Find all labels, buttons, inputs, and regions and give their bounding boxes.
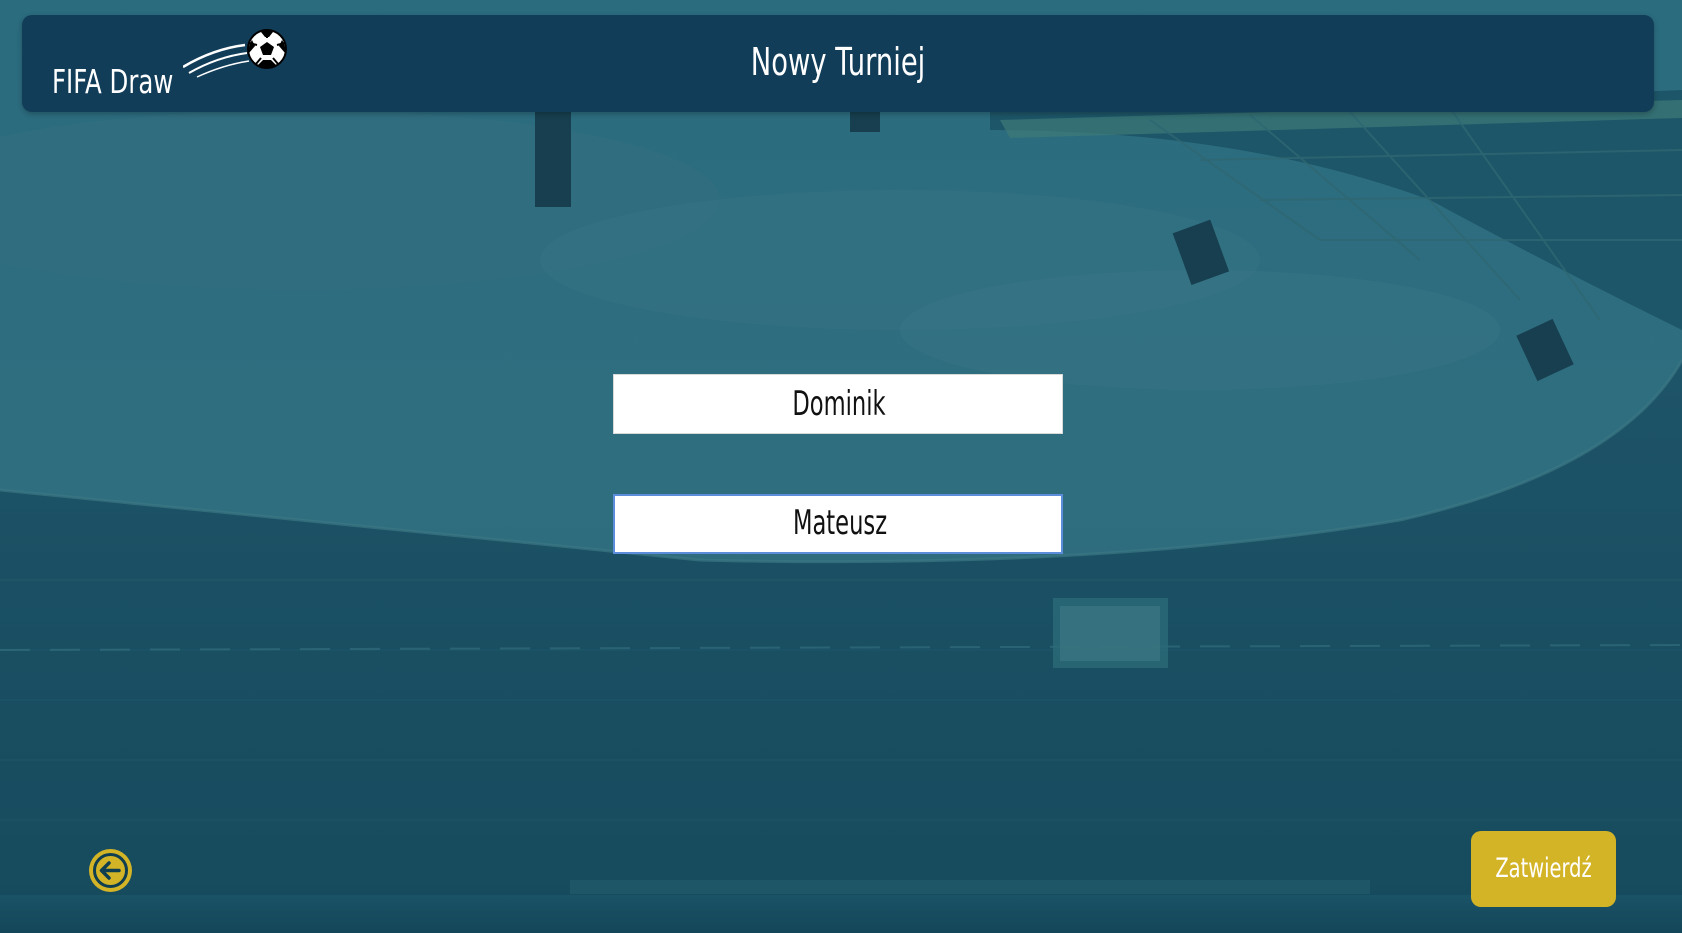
confirm-button[interactable]: Zatwierdź: [1471, 831, 1616, 907]
logo-text: FIFA Draw: [52, 62, 174, 101]
player-1-field[interactable]: [613, 374, 1064, 434]
confirm-button-label: Zatwierdź: [1495, 853, 1592, 884]
back-button[interactable]: [89, 849, 132, 892]
header-bar: FIFA Draw Nowy Turniej: [22, 15, 1654, 112]
page-title: Nowy Turniej: [750, 40, 926, 84]
player-2-input[interactable]: [615, 495, 1065, 551]
player-2-field[interactable]: [613, 494, 1065, 554]
player-1-input[interactable]: [614, 375, 1064, 433]
app-logo[interactable]: FIFA Draw: [52, 29, 287, 109]
stadium-background: [0, 0, 1682, 933]
arrow-left-icon: [93, 853, 128, 888]
